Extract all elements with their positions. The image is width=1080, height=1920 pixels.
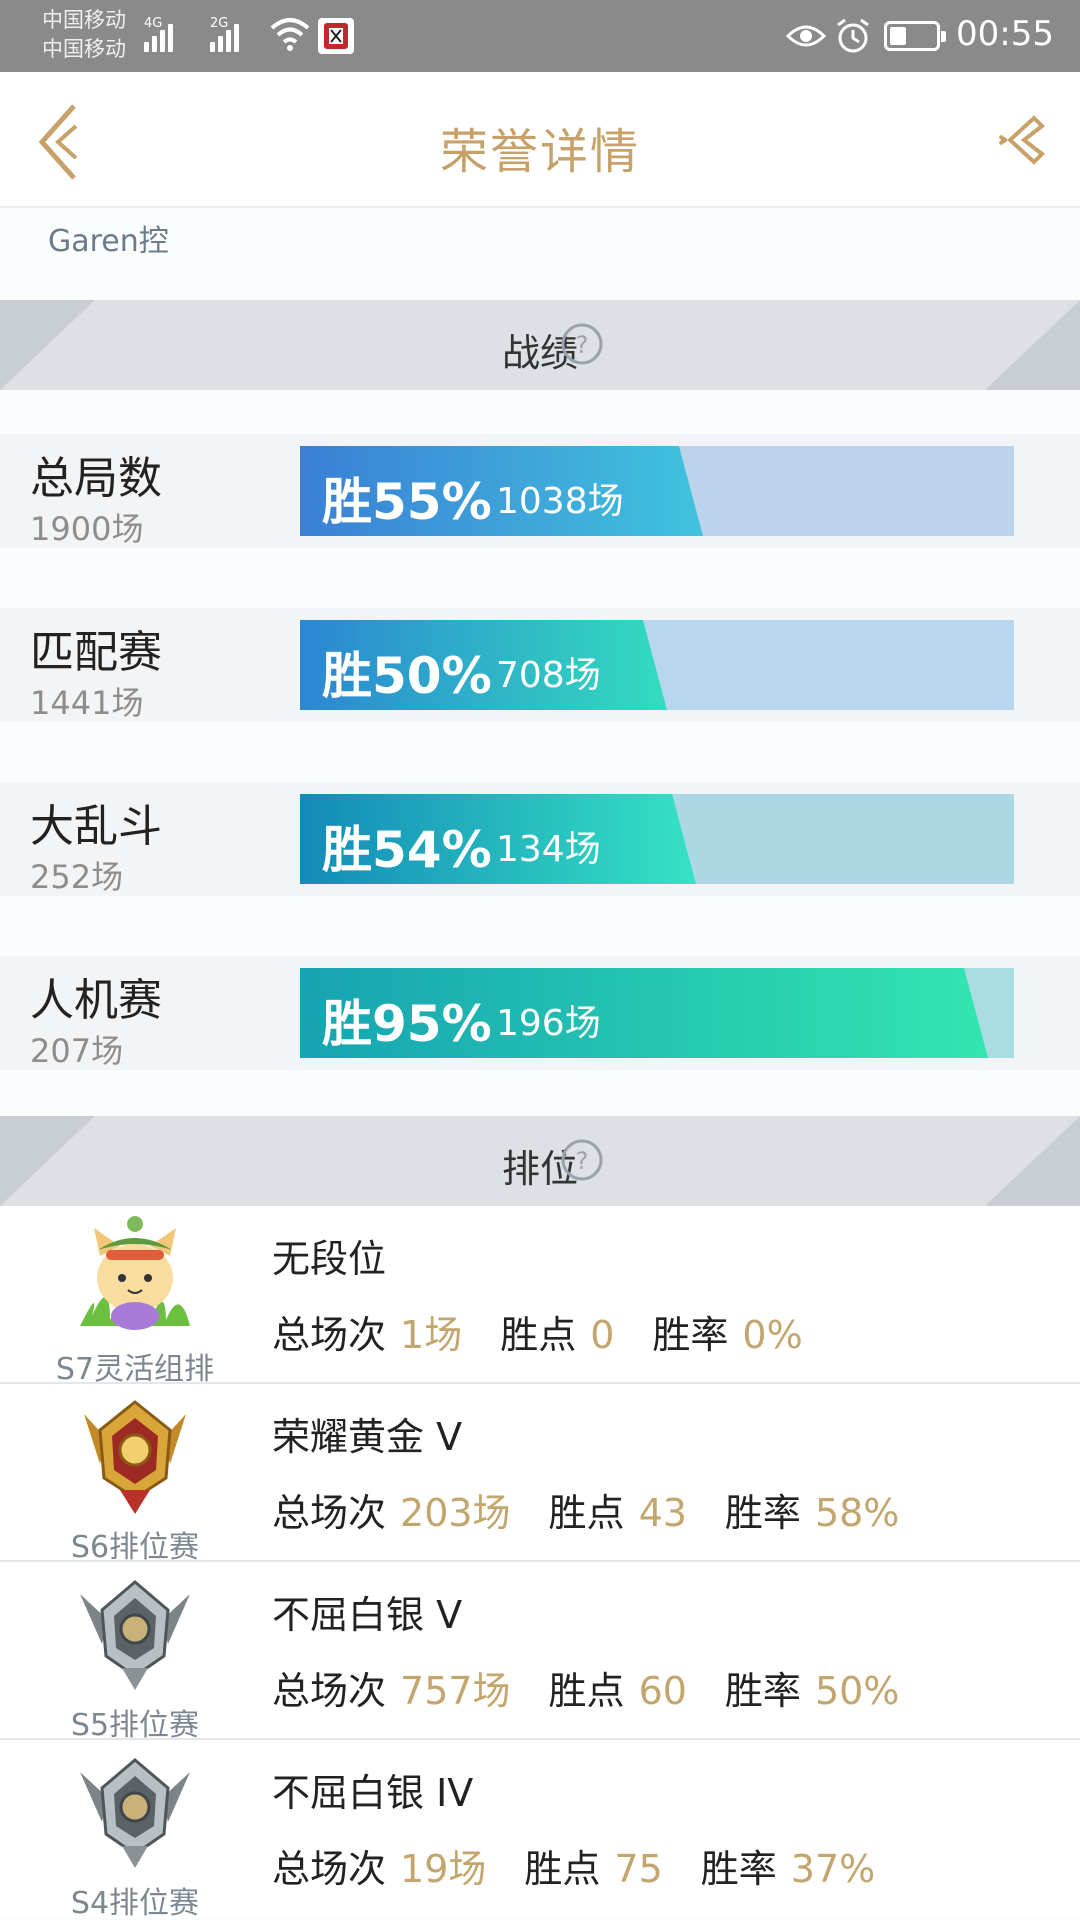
help-icon[interactable]: ? (560, 1138, 604, 1182)
rate-value: 37% (790, 1847, 876, 1891)
teemo-avatar-icon (80, 1216, 190, 1330)
alarm-icon (837, 18, 869, 53)
rank-stats: 总场次 19场 胜点 75 胜率 37% (272, 1838, 875, 1893)
games-value: 1场 (400, 1313, 463, 1357)
rate-value: 0% (742, 1313, 803, 1357)
mode-name: 人机赛 (30, 975, 162, 1026)
games-label: 总场次 (272, 1669, 387, 1713)
signal-4g-icon: 4G (144, 16, 173, 52)
rank-stats: 总场次 203场 胜点 43 胜率 58% (272, 1482, 899, 1537)
mode-total-games: 1900场 (30, 510, 144, 548)
rank-section-header: 排位 ? (0, 1116, 1080, 1206)
page-title: 荣誉详情 (439, 124, 640, 180)
mode-total-games: 252场 (30, 858, 124, 896)
win-rate-label: 胜50% (322, 647, 492, 705)
points-value: 60 (638, 1669, 687, 1713)
wifi-icon (270, 18, 310, 51)
net-type-1: 4G (144, 16, 163, 31)
app-notification-icon (318, 18, 354, 54)
share-icon[interactable] (994, 112, 1050, 168)
svg-text:?: ? (576, 331, 589, 359)
points-value: 43 (638, 1491, 687, 1535)
points-label: 胜点 (548, 1491, 625, 1535)
win-rate-bar: 胜55% 1038场 (300, 446, 1014, 536)
rate-label: 胜率 (652, 1313, 729, 1357)
win-rate-label: 胜55% (322, 473, 492, 531)
signal-2g-icon: 2G (210, 16, 239, 52)
mode-name: 匹配赛 (30, 627, 162, 678)
season-name: S5排位赛 (70, 1708, 200, 1743)
points-value: 75 (614, 1847, 663, 1891)
win-count: 1038场 (496, 481, 624, 522)
games-label: 总场次 (272, 1313, 387, 1357)
eye-comfort-icon (786, 25, 826, 47)
win-count: 196场 (496, 1003, 601, 1044)
win-rate-bar: 胜95% 196场 (300, 968, 1014, 1058)
rank-row[interactable]: S4排位赛 不屈白银 IV 总场次 19场 胜点 75 胜率 37% (0, 1740, 1080, 1920)
app-header: 荣誉详情 (0, 72, 1080, 208)
points-label: 胜点 (524, 1847, 601, 1891)
stat-row-aram: 大乱斗 252场 胜54% 134场 (0, 782, 1080, 896)
season-name: S7灵活组排 (55, 1352, 215, 1387)
rank-tier: 不屈白银 IV (272, 1771, 474, 1815)
rank-section-title: 排位 (501, 1147, 578, 1191)
win-count: 708场 (496, 655, 601, 696)
games-label: 总场次 (272, 1491, 387, 1535)
games-value: 203场 (400, 1491, 511, 1535)
win-rate-bar: 胜50% 708场 (300, 620, 1014, 710)
rate-value: 50% (814, 1669, 900, 1713)
rate-label: 胜率 (700, 1847, 777, 1891)
status-bar: 中国移动 中国移动 4G 2G 00:55 (0, 0, 1080, 72)
rate-label: 胜率 (724, 1669, 801, 1713)
rank-tier: 不屈白银 V (272, 1593, 463, 1637)
clock: 00:55 (956, 14, 1054, 54)
rank-tier: 无段位 (272, 1237, 387, 1281)
win-rate-label: 胜95% (322, 995, 492, 1053)
carrier-2: 中国移动 (42, 37, 126, 61)
points-label: 胜点 (548, 1669, 625, 1713)
player-nickname: Garen控 (48, 224, 169, 259)
games-value: 757场 (400, 1669, 511, 1713)
rate-value: 58% (814, 1491, 900, 1535)
win-rate-bar: 胜54% 134场 (300, 794, 1014, 884)
battery-icon (884, 21, 946, 51)
games-label: 总场次 (272, 1847, 387, 1891)
mode-total-games: 207场 (30, 1032, 124, 1070)
rank-stats: 总场次 757场 胜点 60 胜率 50% (272, 1660, 899, 1715)
help-icon[interactable]: ? (560, 322, 604, 366)
rank-row[interactable]: S6排位赛 荣耀黄金 V 总场次 203场 胜点 43 胜率 58% (0, 1384, 1080, 1565)
silver-rank-emblem-icon (80, 1758, 190, 1868)
rank-row[interactable]: S7灵活组排 无段位 总场次 1场 胜点 0 胜率 0% (0, 1206, 1080, 1387)
mode-total-games: 1441场 (30, 684, 144, 722)
mode-name: 大乱斗 (30, 801, 162, 852)
carrier-1: 中国移动 (42, 8, 126, 32)
stat-row-bot: 人机赛 207场 胜95% 196场 (0, 956, 1080, 1070)
games-value: 19场 (400, 1847, 487, 1891)
season-name: S6排位赛 (70, 1530, 200, 1565)
season-name: S4排位赛 (70, 1886, 200, 1920)
record-section-header: 战绩 ? (0, 300, 1080, 390)
points-value: 0 (590, 1313, 615, 1357)
mode-name: 总局数 (30, 453, 162, 504)
carrier-labels: 中国移动 中国移动 (42, 6, 126, 64)
stat-row-normal: 匹配赛 1441场 胜50% 708场 (0, 608, 1080, 722)
rank-row[interactable]: S5排位赛 不屈白银 V 总场次 757场 胜点 60 胜率 50% (0, 1562, 1080, 1743)
silver-rank-emblem-icon (80, 1580, 190, 1690)
win-rate-label: 胜54% (322, 821, 492, 879)
rank-stats: 总场次 1场 胜点 0 胜率 0% (272, 1304, 803, 1359)
rate-label: 胜率 (724, 1491, 801, 1535)
gold-rank-emblem-icon (84, 1400, 186, 1514)
rank-tier: 荣耀黄金 V (272, 1415, 463, 1459)
stat-row-total: 总局数 1900场 胜55% 1038场 (0, 434, 1080, 548)
win-count: 134场 (496, 829, 601, 870)
record-section-title: 战绩 (501, 331, 578, 375)
net-type-2: 2G (210, 16, 229, 31)
svg-text:?: ? (576, 1147, 589, 1175)
points-label: 胜点 (500, 1313, 577, 1357)
